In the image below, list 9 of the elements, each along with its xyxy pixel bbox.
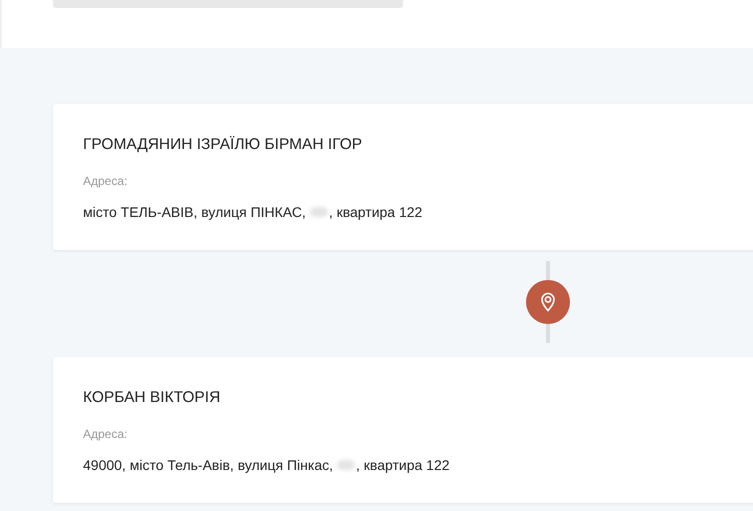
address-text: 49000, місто Тель-Авів, вулиця Пінкас, xyxy=(83,457,334,473)
party-name: ГРОМАДЯНИН ІЗРАЇЛЮ БІРМАН ІГОР xyxy=(83,136,364,154)
address-label: Адреса: xyxy=(83,427,128,441)
address-label: Адреса: xyxy=(83,174,128,188)
location-pin-icon xyxy=(526,280,570,324)
address-text: , квартира 122 xyxy=(328,204,422,220)
address-text: місто ТЕЛЬ-АВІВ, вулиця ПІНКАС, xyxy=(83,204,306,220)
address-text: , квартира 122 xyxy=(356,457,450,473)
party-name: КОРБАН ВІКТОРІЯ xyxy=(83,389,222,407)
